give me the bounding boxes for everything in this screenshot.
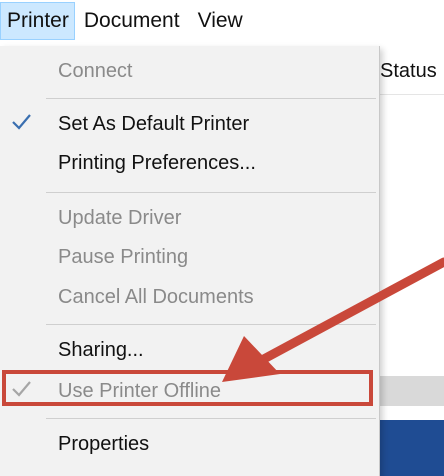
header-divider (380, 94, 444, 95)
menu-item-set-default-printer[interactable]: Set As Default Printer (0, 105, 379, 143)
printer-dropdown-menu: Connect Set As Default Printer Printing … (0, 46, 380, 476)
menu-separator (46, 98, 376, 99)
queue-row-selected[interactable] (380, 376, 444, 406)
menu-document[interactable]: Document (75, 3, 189, 39)
menu-item-pause-printing[interactable]: Pause Printing (0, 238, 379, 276)
menu-item-label: Cancel All Documents (58, 286, 254, 308)
menu-item-cancel-all-documents[interactable]: Cancel All Documents (0, 278, 379, 316)
print-queue-list (380, 47, 444, 476)
menu-separator (46, 192, 376, 193)
menu-item-printing-preferences[interactable]: Printing Preferences... (0, 144, 379, 182)
menu-item-sharing[interactable]: Sharing... (0, 331, 379, 369)
menu-item-label: Properties (58, 433, 150, 455)
menu-item-update-driver[interactable]: Update Driver (0, 199, 379, 237)
menu-item-properties[interactable]: Properties (0, 425, 379, 463)
menu-printer[interactable]: Printer (0, 1, 75, 40)
menu-item-label: Update Driver (58, 207, 182, 229)
menu-separator (46, 418, 376, 419)
menu-item-label: Set As Default Printer (58, 113, 250, 135)
menu-separator (46, 324, 376, 325)
checkmark-icon (12, 114, 31, 130)
menu-item-label: Pause Printing (58, 246, 189, 268)
menu-item-connect[interactable]: Connect (0, 52, 379, 90)
column-header-status[interactable]: Status (380, 60, 437, 83)
menu-item-label: Sharing... (58, 339, 144, 361)
highlight-box (2, 370, 373, 406)
taskbar (380, 420, 444, 476)
menu-view[interactable]: View (189, 3, 252, 39)
menu-item-label: Connect (58, 60, 133, 82)
menu-bar: Printer Document View (0, 0, 444, 47)
menu-item-label: Printing Preferences... (58, 152, 256, 174)
